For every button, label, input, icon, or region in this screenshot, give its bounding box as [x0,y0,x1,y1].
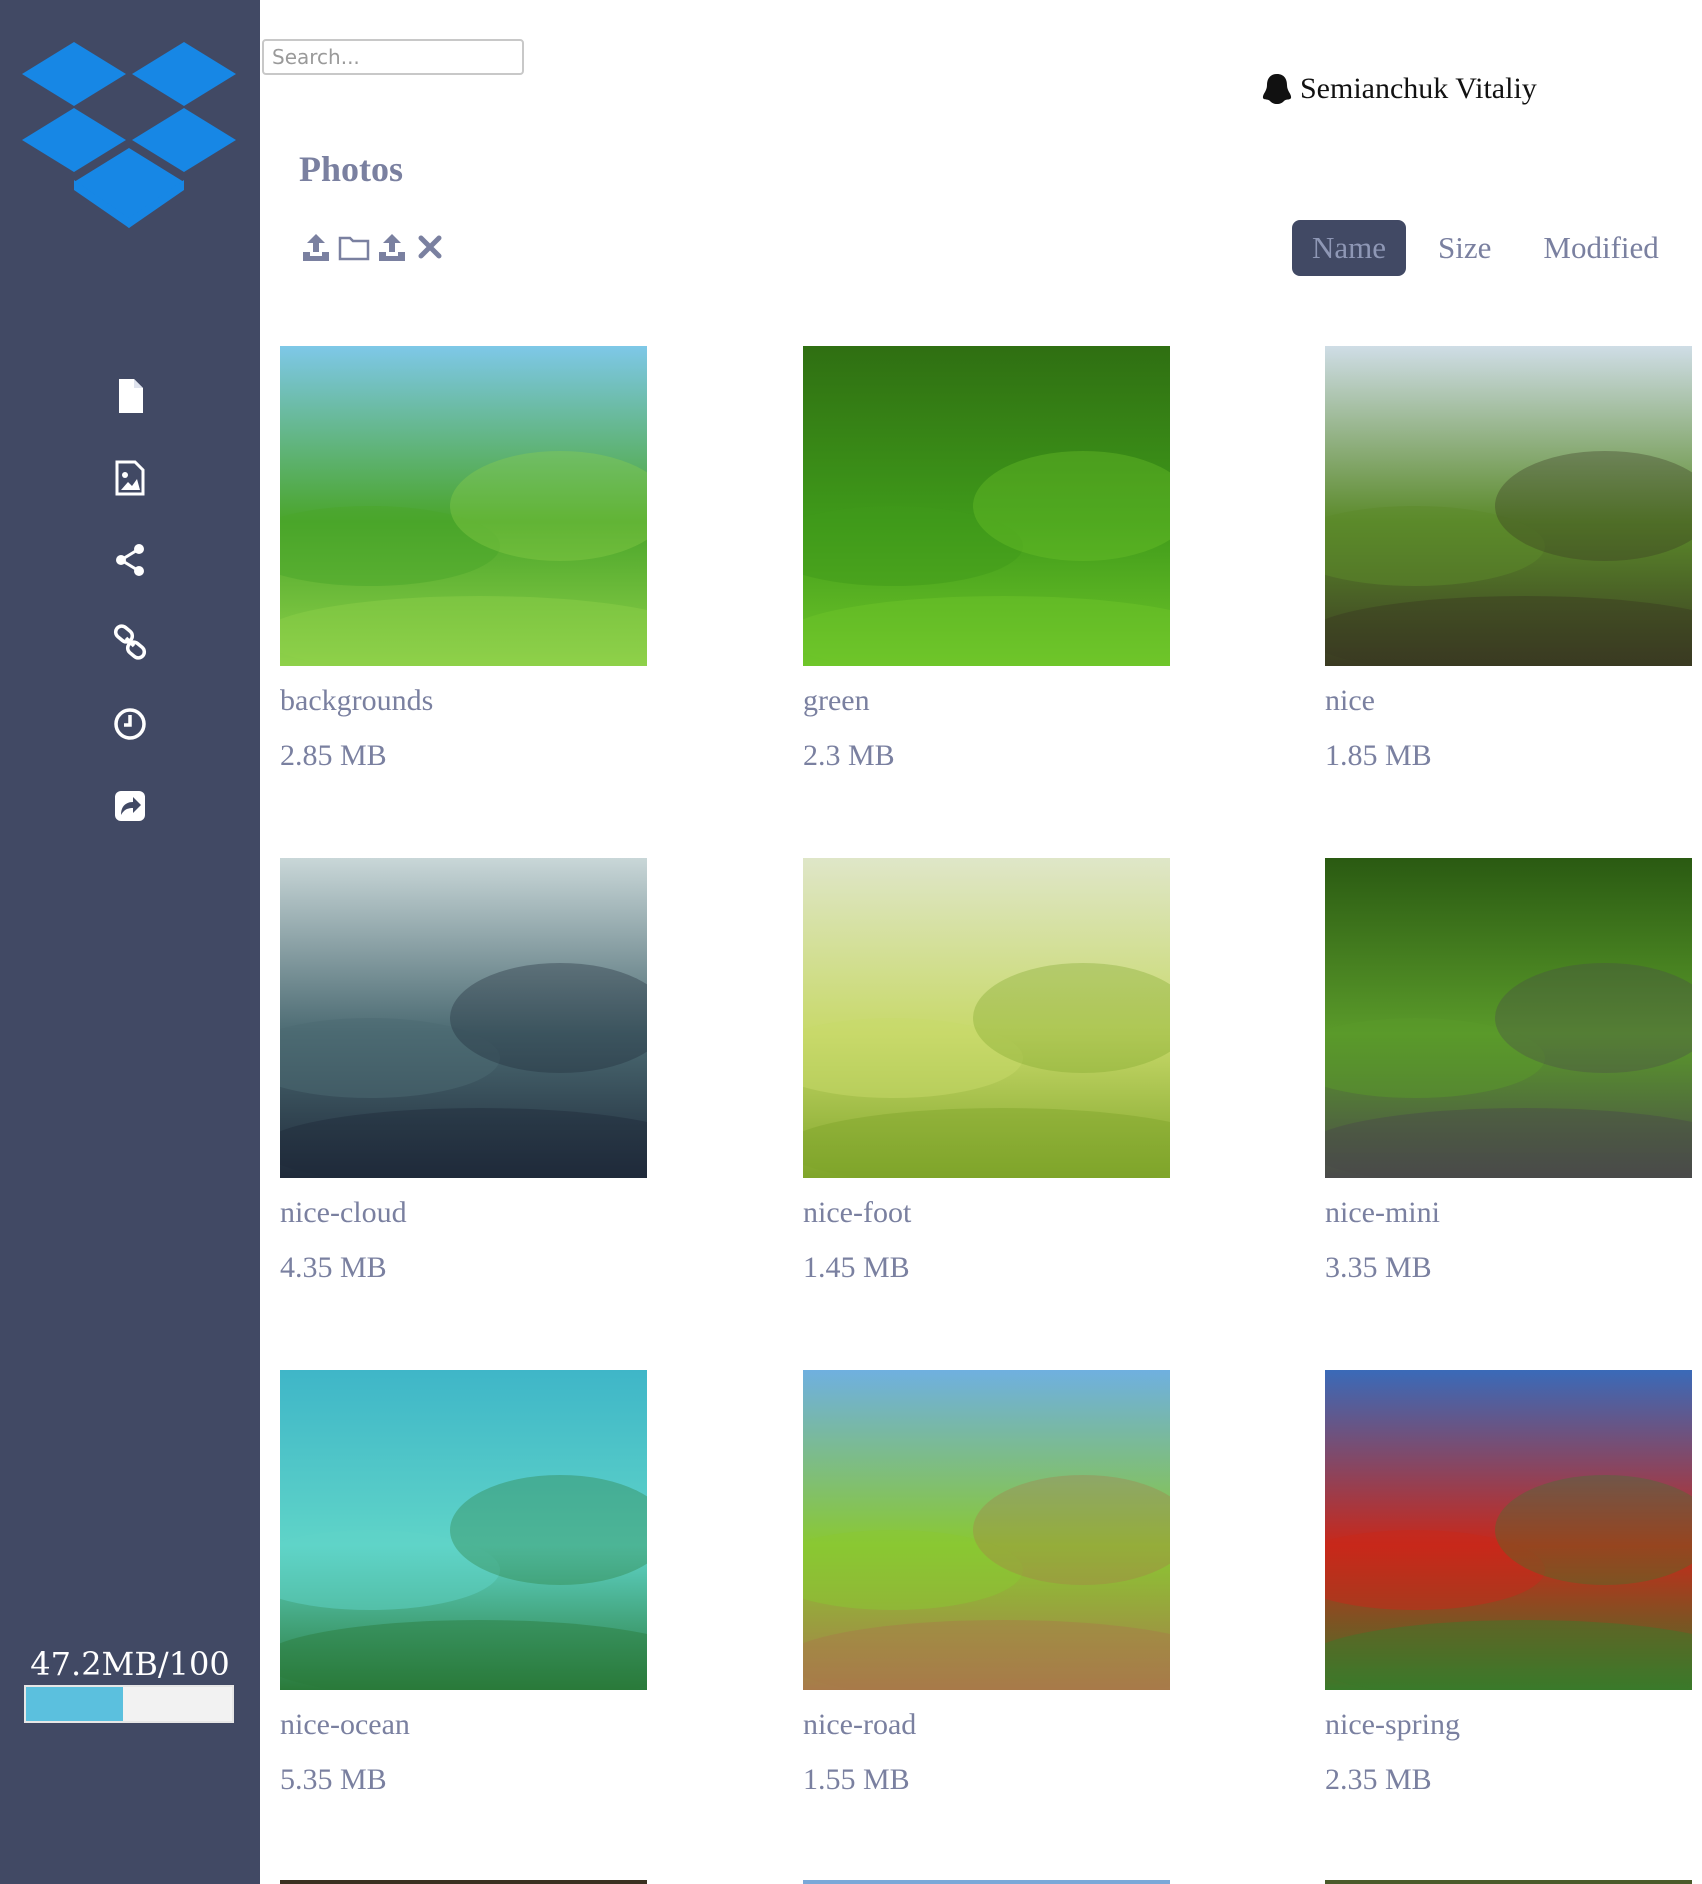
file-toolbar [299,230,447,264]
photo-thumbnail[interactable] [803,1370,1170,1690]
sort-by-modified-button[interactable]: Modified [1523,220,1678,276]
sidebar-item-links[interactable] [0,601,260,683]
photo-thumbnail-partial[interactable] [280,1880,647,1884]
photo-name[interactable]: nice [1325,684,1375,718]
sidebar-item-sharing[interactable] [0,519,260,601]
upload-icon [303,234,329,261]
storage-progress-fill [26,1687,124,1721]
photo-thumbnail[interactable] [803,858,1170,1178]
upload-folder-button[interactable] [375,230,409,264]
photo-size: 3.35 MB [1325,1251,1432,1284]
photo-size: 5.35 MB [280,1763,387,1796]
upload-folder-icon [379,234,405,261]
user-menu[interactable]: Semianchuk Vitaliy [1262,72,1537,106]
photo-size: 1.55 MB [803,1763,910,1796]
page-title: Photos [299,149,404,189]
sidebar-item-files[interactable] [0,355,260,437]
delete-button[interactable] [413,230,447,264]
sort-by-name-button[interactable]: Name [1292,220,1407,276]
sidebar-item-file-requests[interactable] [0,765,260,847]
link-icon [113,624,147,660]
photo-size: 1.45 MB [803,1251,910,1284]
search-input[interactable] [262,39,524,75]
sort-by-size-button[interactable]: Size [1418,220,1511,276]
storage-progress-bar [24,1685,234,1723]
photo-name[interactable]: nice-spring [1325,1708,1460,1742]
photo-name[interactable]: nice-mini [1325,1196,1440,1230]
sidebar-nav [0,355,260,847]
photo-size: 2.35 MB [1325,1763,1432,1796]
photo-card[interactable]: nice-cloud 4.35 MB [280,858,647,1284]
photo-name[interactable]: nice-ocean [280,1708,410,1742]
photo-card[interactable]: nice-spring 2.35 MB [1325,1370,1692,1796]
photo-thumbnail[interactable] [1325,346,1692,666]
photo-thumbnail[interactable] [803,346,1170,666]
photo-card[interactable]: nice-mini 3.35 MB [1325,858,1692,1284]
photo-card[interactable]: nice-ocean 5.35 MB [280,1370,647,1796]
image-icon [115,460,145,496]
photo-name[interactable]: nice-road [803,1708,916,1742]
user-name: Semianchuk Vitaliy [1300,72,1537,105]
sidebar: 47.2MB/100 MB [0,0,260,1884]
photo-size: 1.85 MB [1325,739,1432,772]
share-square-icon [115,791,145,821]
photo-name[interactable]: backgrounds [280,684,433,718]
photo-card[interactable]: nice 1.85 MB [1325,346,1692,772]
photo-size: 2.3 MB [803,739,895,772]
photo-card[interactable]: backgrounds 2.85 MB [280,346,647,772]
photo-thumbnail-partial[interactable] [803,1880,1170,1884]
delete-icon [418,235,442,259]
photo-thumbnail[interactable] [1325,858,1692,1178]
sidebar-item-photos[interactable] [0,437,260,519]
photo-card[interactable]: nice-road 1.55 MB [803,1370,1170,1796]
upload-button[interactable] [299,230,333,264]
photo-name[interactable]: green [803,684,870,718]
photo-size: 2.85 MB [280,739,387,772]
photo-thumbnail[interactable] [280,346,647,666]
dropbox-logo[interactable] [22,28,236,234]
photo-card[interactable]: nice-foot 1.45 MB [803,858,1170,1284]
photo-thumbnail[interactable] [280,1370,647,1690]
photo-thumbnail[interactable] [280,858,647,1178]
photo-thumbnail[interactable] [1325,1370,1692,1690]
storage-indicator: 47.2MB/100 MB [0,1645,260,1723]
new-folder-button[interactable] [337,230,371,264]
sort-controls: Name Size Modified [1292,220,1691,276]
sidebar-item-events[interactable] [0,683,260,765]
file-icon [119,379,143,413]
photo-thumbnail-partial[interactable] [1325,1880,1692,1884]
user-silhouette-icon [1262,74,1292,104]
photo-name[interactable]: nice-cloud [280,1196,407,1230]
photo-size: 4.35 MB [280,1251,387,1284]
photo-name[interactable]: nice-foot [803,1196,911,1230]
share-icon [116,544,144,576]
new-folder-icon [338,236,370,261]
photo-card[interactable]: green 2.3 MB [803,346,1170,772]
clock-icon [114,708,146,740]
